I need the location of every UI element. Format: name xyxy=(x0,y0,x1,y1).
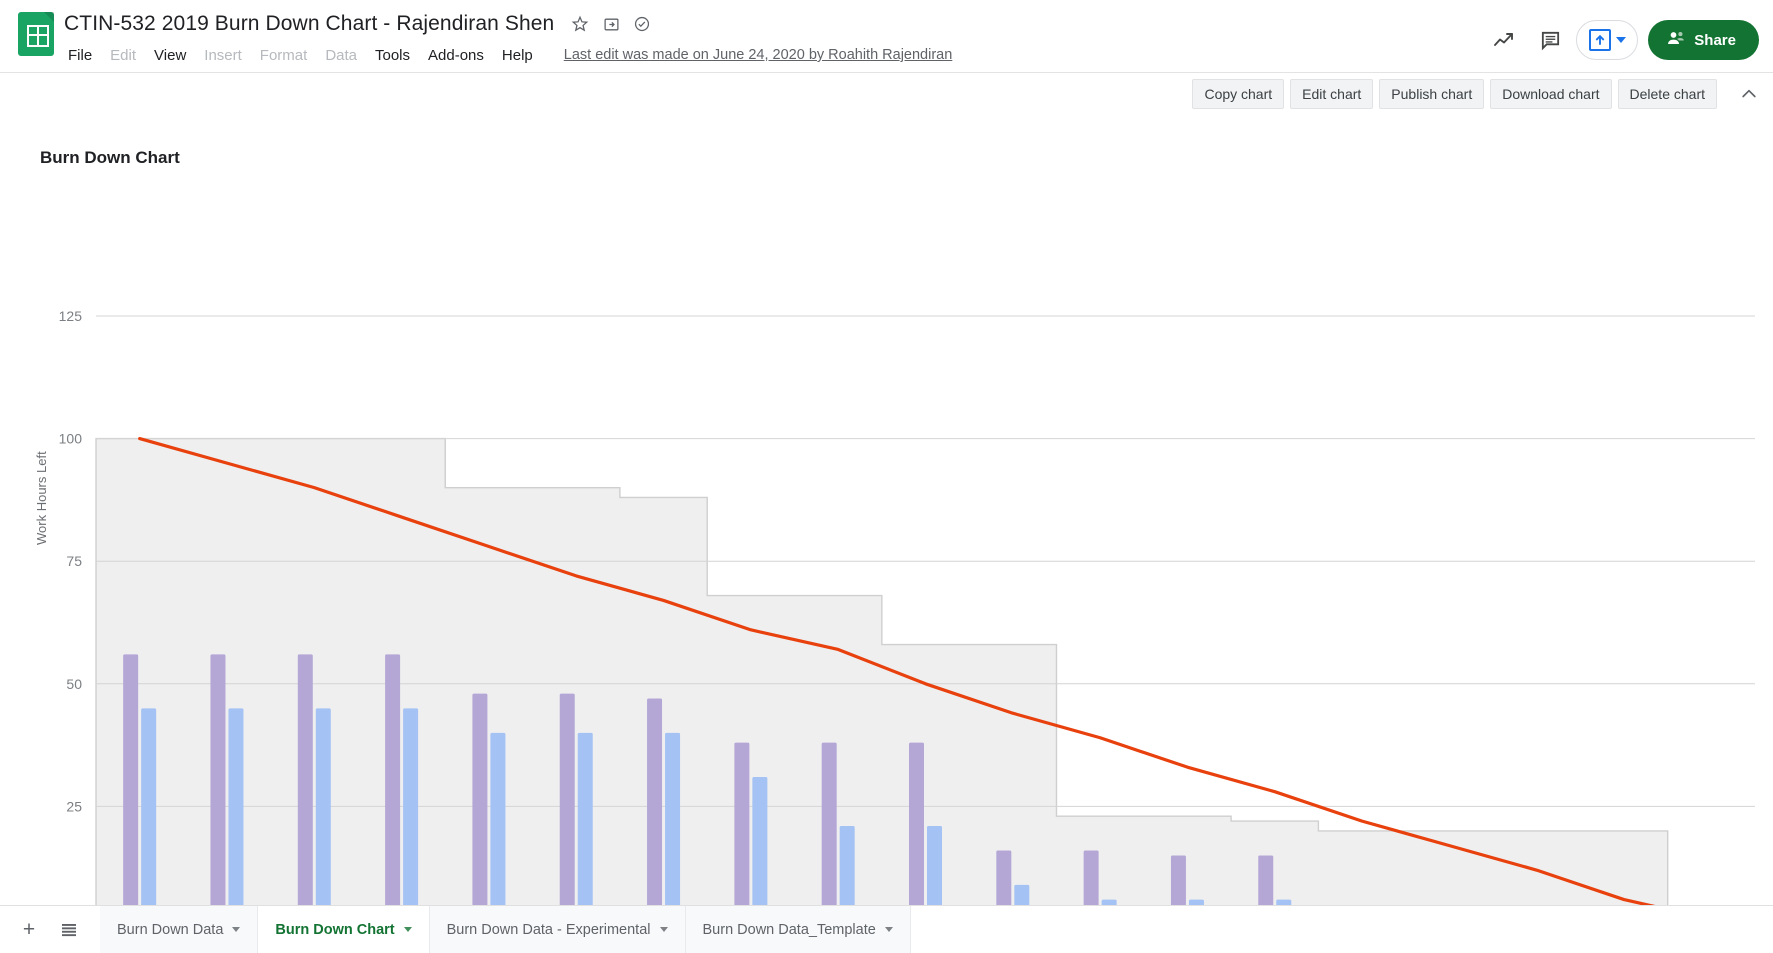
sheet-tab-label: Burn Down Data - Experimental xyxy=(446,921,651,938)
sheet-tab-label: Burn Down Data xyxy=(117,921,224,938)
menu-bar: File Edit View Insert Format Data Tools … xyxy=(64,41,1484,69)
title-icon-group xyxy=(570,14,652,34)
title-and-menu: CTIN-532 2019 Burn Down Chart - Rajendir… xyxy=(64,8,1484,69)
svg-text:50: 50 xyxy=(66,676,82,692)
document-status-cloud-icon[interactable] xyxy=(632,14,652,34)
sheet-tab-label: Burn Down Chart xyxy=(275,921,395,938)
menu-item-format[interactable]: Format xyxy=(251,44,317,67)
present-upload-icon xyxy=(1589,29,1612,51)
sheet-tab-label: Burn Down Data_Template xyxy=(702,921,876,938)
sheet-tab-burn-down-data-experimental[interactable]: Burn Down Data - Experimental xyxy=(429,906,686,953)
collapse-toolbar-chevron-up-icon[interactable] xyxy=(1735,80,1763,108)
add-sheet-icon[interactable]: + xyxy=(14,915,44,945)
menu-item-data[interactable]: Data xyxy=(316,44,366,67)
chevron-down-icon[interactable] xyxy=(403,927,412,932)
explore-trend-icon[interactable] xyxy=(1484,20,1524,60)
menu-item-tools[interactable]: Tools xyxy=(366,44,419,67)
svg-text:125: 125 xyxy=(59,308,83,324)
app-header: CTIN-532 2019 Burn Down Chart - Rajendir… xyxy=(0,0,1773,72)
menu-item-edit[interactable]: Edit xyxy=(101,44,145,67)
delete-chart-button[interactable]: Delete chart xyxy=(1617,79,1717,109)
chevron-down-icon[interactable] xyxy=(659,927,668,932)
download-chart-button[interactable]: Download chart xyxy=(1490,79,1612,109)
menu-item-addons[interactable]: Add-ons xyxy=(419,44,493,67)
present-button[interactable] xyxy=(1576,20,1639,60)
chart-container[interactable]: Burn Down Chart Work Hours Left Date 025… xyxy=(0,115,1773,953)
chart-toolbar: Copy chart Edit chart Publish chart Down… xyxy=(0,72,1773,115)
copy-chart-button[interactable]: Copy chart xyxy=(1192,79,1285,109)
sheet-tab-burn-down-data[interactable]: Burn Down Data xyxy=(100,906,259,953)
star-icon[interactable] xyxy=(570,14,590,34)
sheet-tab-burn-down-data-template[interactable]: Burn Down Data_Template xyxy=(685,906,911,953)
svg-text:25: 25 xyxy=(66,798,82,814)
share-button[interactable]: Share xyxy=(1648,20,1759,60)
share-button-label: Share xyxy=(1694,31,1736,49)
svg-text:100: 100 xyxy=(59,431,83,447)
chevron-down-icon[interactable] xyxy=(232,927,241,932)
sheet-tab-burn-down-chart[interactable]: Burn Down Chart xyxy=(258,906,430,953)
menu-item-help[interactable]: Help xyxy=(493,44,542,67)
menu-item-insert[interactable]: Insert xyxy=(195,44,251,67)
chevron-down-icon[interactable] xyxy=(884,927,893,932)
sheet-bar-icons: + xyxy=(0,906,100,953)
document-title[interactable]: CTIN-532 2019 Burn Down Chart - Rajendir… xyxy=(64,12,554,36)
menu-item-view[interactable]: View xyxy=(145,44,195,67)
publish-chart-button[interactable]: Publish chart xyxy=(1379,79,1485,109)
all-sheets-menu-icon[interactable] xyxy=(54,915,84,945)
comment-history-icon[interactable] xyxy=(1530,20,1570,60)
person-add-icon xyxy=(1666,29,1685,52)
svg-text:75: 75 xyxy=(66,553,82,569)
last-edit-link[interactable]: Last edit was made on June 24, 2020 by R… xyxy=(564,47,953,63)
chart-plot: 02550751001259/3010/410/710/1110/1410/18… xyxy=(59,308,1756,953)
title-row: CTIN-532 2019 Burn Down Chart - Rajendir… xyxy=(64,8,1484,40)
sheets-logo-icon xyxy=(18,12,54,56)
chevron-down-icon xyxy=(1616,37,1627,43)
header-actions: Share xyxy=(1484,20,1759,60)
move-to-folder-icon[interactable] xyxy=(601,14,621,34)
menu-item-file[interactable]: File xyxy=(64,44,101,67)
edit-chart-button[interactable]: Edit chart xyxy=(1290,79,1374,109)
sheet-tab-bar: + Burn Down Data Burn Down Chart Burn Do… xyxy=(0,905,1773,953)
